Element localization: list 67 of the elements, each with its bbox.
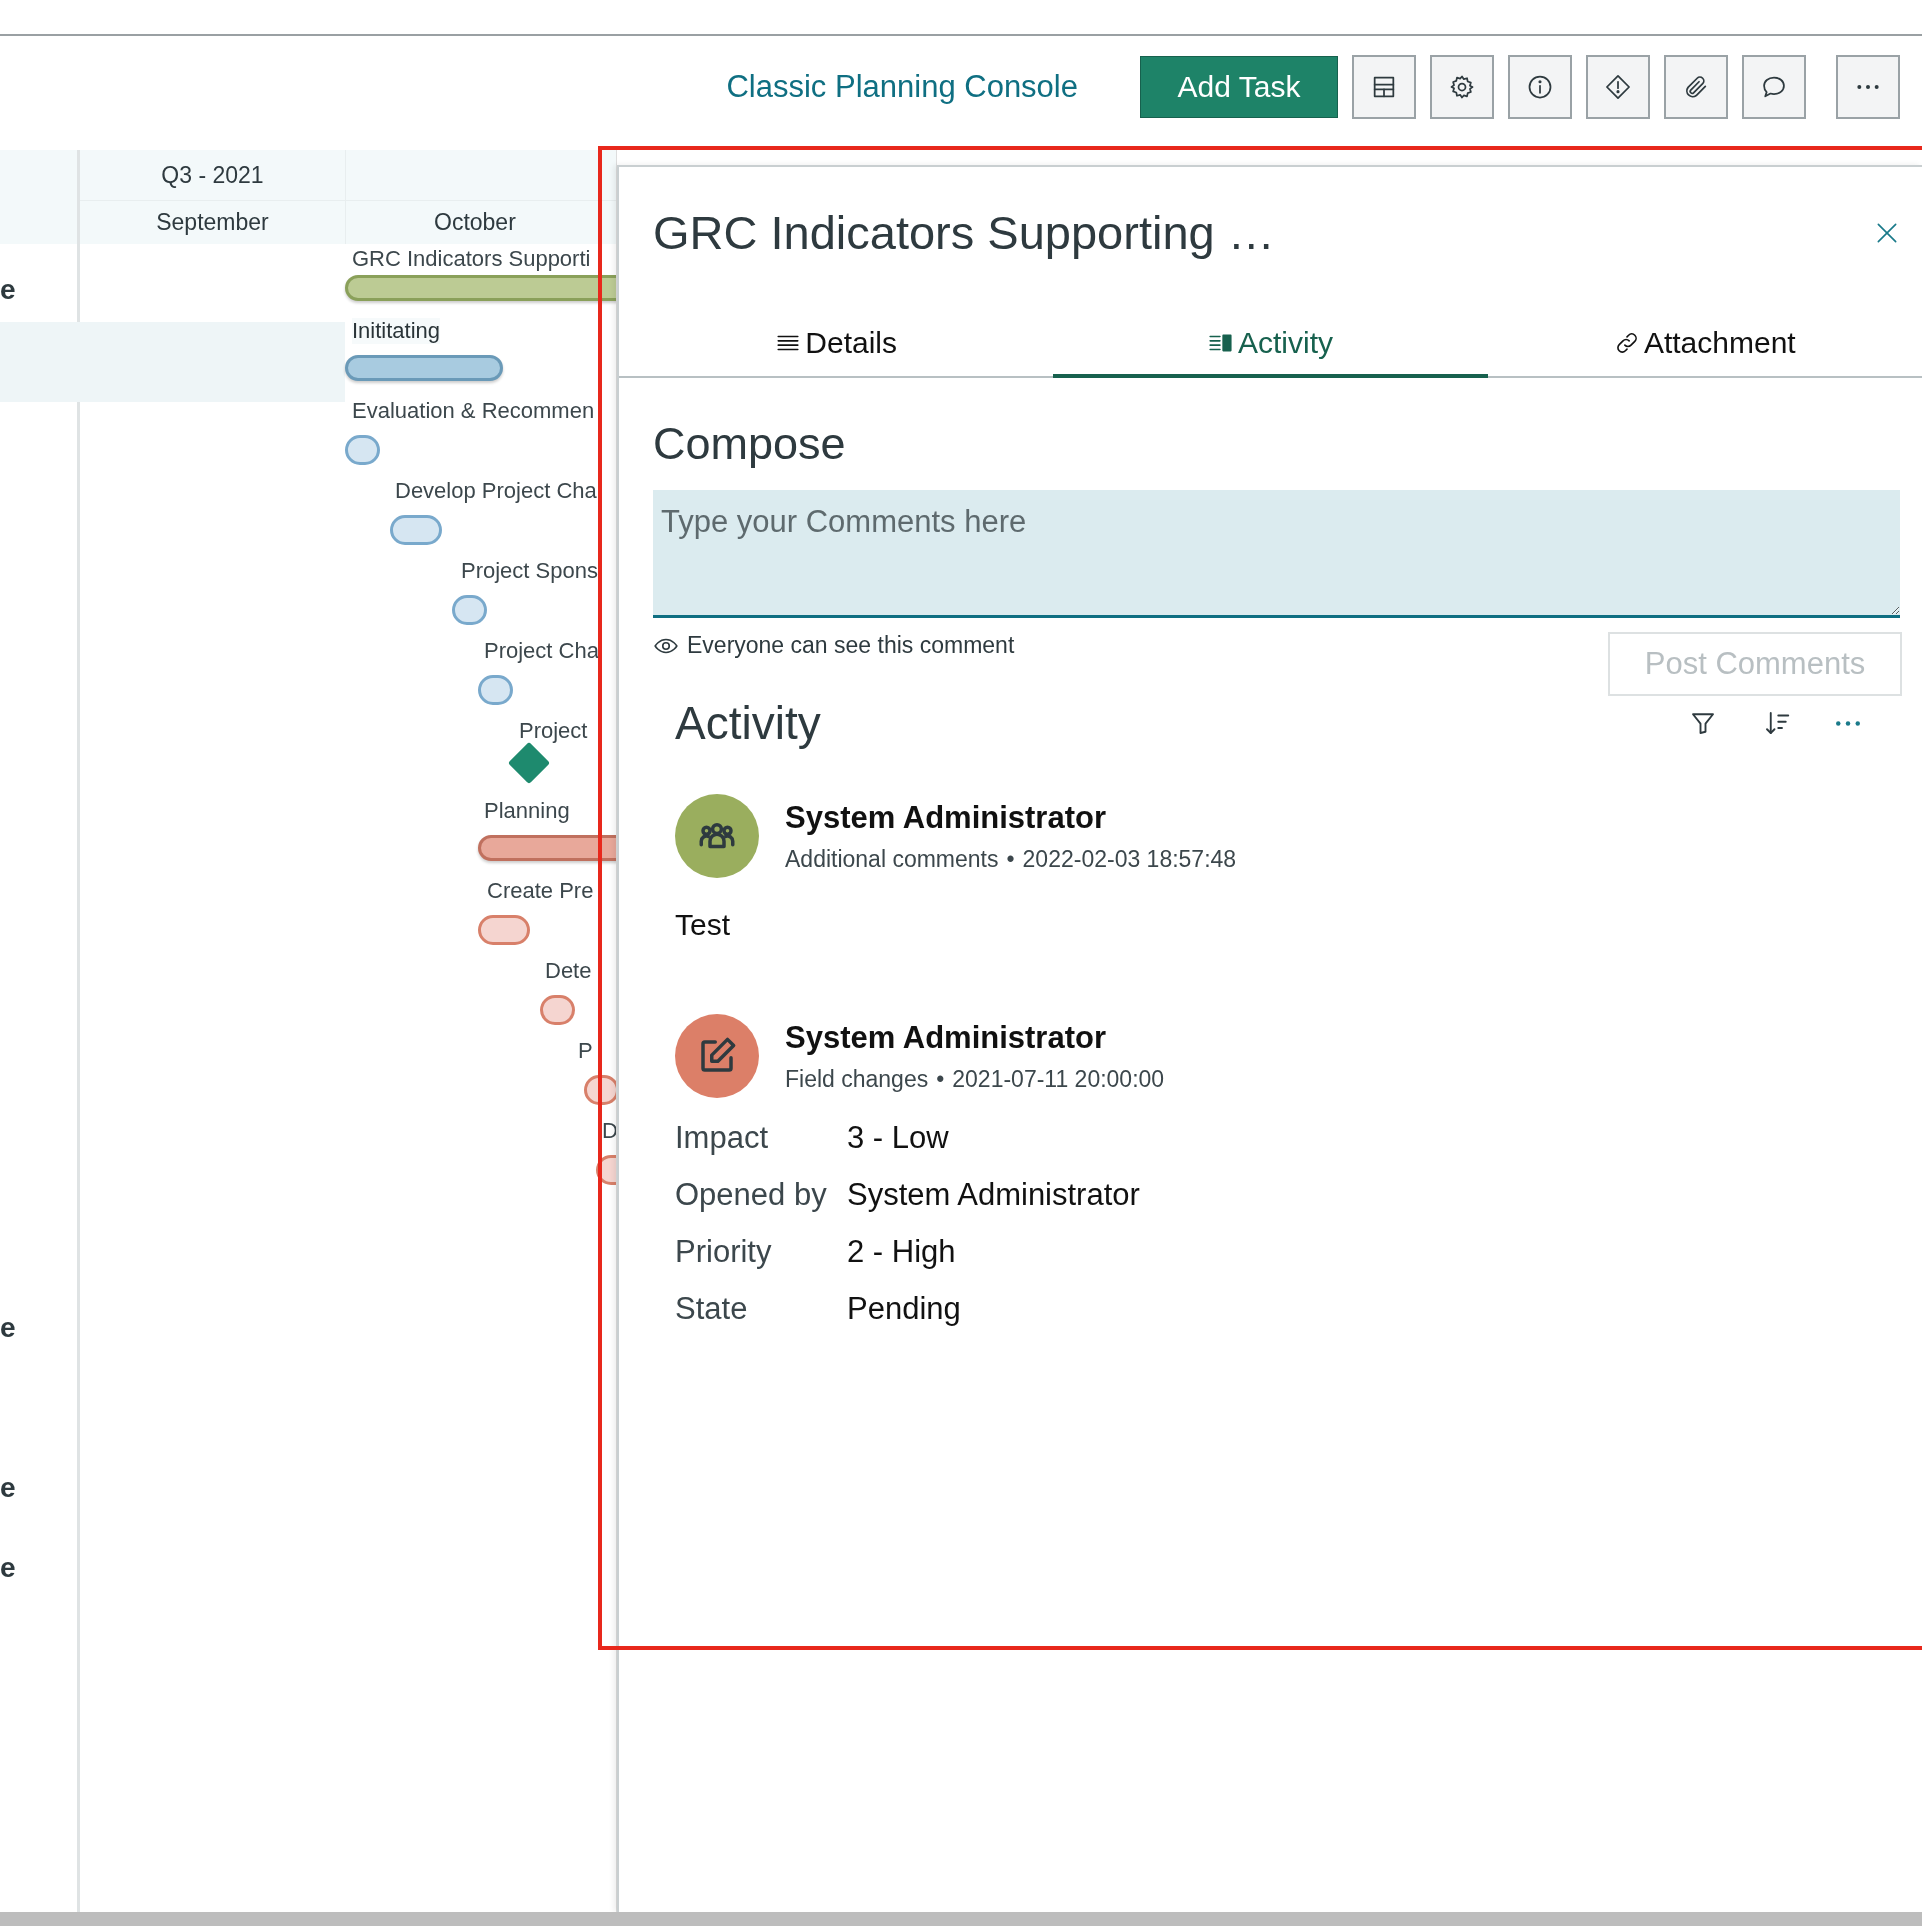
speech-bubble-button[interactable]	[1742, 55, 1806, 119]
info-button[interactable]	[1508, 55, 1572, 119]
field-label: Priority	[675, 1234, 773, 1270]
section-heading: Activity	[675, 696, 821, 750]
more-button[interactable]	[1836, 720, 1860, 726]
field-value: Pending	[847, 1291, 962, 1327]
panel-title: GRC Indicators Supporting …	[653, 205, 1275, 260]
task-label: Inititating	[352, 318, 441, 344]
row-label: e	[0, 1552, 16, 1584]
task-label: Create Pre	[487, 878, 594, 904]
row-label: e	[0, 1312, 16, 1344]
tab[interactable]: Attachment	[1487, 312, 1922, 378]
field-value: 2 - High	[847, 1234, 957, 1270]
task-label: GRC Indicators Supporti	[352, 246, 591, 272]
entry-type: Field changes	[785, 1065, 929, 1093]
add-task-button[interactable]: Add Task	[1140, 56, 1338, 118]
alert-diamond-button[interactable]	[1586, 55, 1650, 119]
timestamp: 2022-02-03 18:57:48	[1022, 845, 1237, 873]
more-icon	[1836, 720, 1860, 726]
entry-type: Additional comments	[785, 845, 999, 873]
task-label: Project Spons	[461, 558, 598, 584]
quarter-label: Q3 - 2021	[80, 150, 346, 200]
task-label: Planning	[484, 798, 570, 824]
row-label: e	[0, 1472, 16, 1504]
task-marker[interactable]	[478, 915, 530, 945]
task-label: Dete	[545, 958, 592, 984]
more-button[interactable]	[1836, 55, 1900, 119]
task-bar[interactable]	[345, 355, 503, 381]
app-title: Classic Planning Console	[726, 69, 1078, 105]
task-marker[interactable]	[390, 515, 442, 545]
task-marker[interactable]	[540, 995, 575, 1025]
task-label: Project	[519, 718, 588, 744]
field-value: System Administrator	[847, 1177, 1141, 1213]
settings-button[interactable]	[1430, 55, 1494, 119]
layout-button[interactable]	[1352, 55, 1416, 119]
task-label: Develop Project Cha	[395, 478, 597, 504]
separator-dot: •	[1006, 845, 1015, 873]
paperclip-button[interactable]	[1664, 55, 1728, 119]
field-value: 3 - Low	[847, 1120, 950, 1156]
task-label: P	[578, 1038, 593, 1064]
row-label: e	[0, 274, 16, 306]
task-marker[interactable]	[345, 435, 380, 465]
author-name: System Administrator	[785, 799, 1107, 836]
field-label: Impact	[675, 1120, 770, 1156]
separator-dot: •	[936, 1065, 945, 1093]
task-label: D	[602, 1118, 616, 1144]
month-label: September	[80, 201, 346, 244]
more-icon	[1857, 85, 1879, 89]
alert-diamond-icon	[1604, 73, 1632, 101]
field-label: Opened by	[675, 1177, 828, 1213]
timestamp: 2021-07-11 20:00:00	[952, 1065, 1165, 1093]
task-marker[interactable]	[478, 675, 513, 705]
task-label: Project Cha	[484, 638, 599, 664]
tab[interactable]: Activity	[1053, 312, 1488, 378]
author-name: System Administrator	[785, 1019, 1107, 1056]
task-label: Evaluation & Recommen	[352, 398, 595, 424]
info-icon	[1526, 73, 1554, 101]
comment-text: Test	[675, 908, 732, 942]
settings-icon	[1448, 73, 1476, 101]
month-label: October	[346, 201, 616, 244]
tab[interactable]: Details	[619, 312, 1054, 378]
comment-field[interactable]: Type your Comments here	[653, 490, 1900, 618]
visibility-note: Everyone can see this comment	[687, 632, 1015, 659]
scrollbar[interactable]	[0, 1912, 1922, 1926]
field-label: State	[675, 1291, 749, 1327]
section-heading: Compose	[653, 418, 847, 470]
task-marker[interactable]	[452, 595, 487, 625]
